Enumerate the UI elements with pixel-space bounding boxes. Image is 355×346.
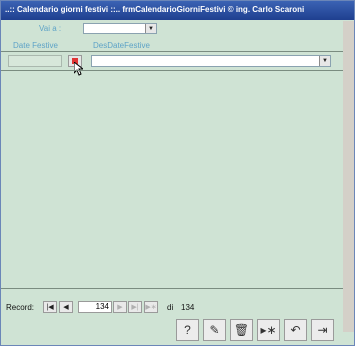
help-button[interactable]: ? [176,319,199,341]
desc-column-header: DesDateFestive [93,41,150,50]
date-column-header: Date Festive [13,41,58,50]
find-icon: ▸∗ [260,323,277,337]
form-window: ..:: Calendario giorni festivi ::.. frmC… [0,0,355,346]
undo-button[interactable]: ↶ [284,319,307,341]
title-bar: ..:: Calendario giorni festivi ::.. frmC… [1,1,354,20]
row-divider [1,70,343,71]
last-record-button[interactable]: ▶| [128,301,142,313]
window-title: ..:: Calendario giorni festivi ::.. frmC… [5,5,305,14]
record-total: 134 [181,303,195,312]
vai-label: Vai a : [39,24,62,33]
exit-button[interactable]: ⇥ [311,319,334,341]
new-record-icon: ✎ [209,323,220,337]
vai-combobox[interactable]: ▼ [83,23,157,34]
next-record-button[interactable]: ▶ [113,301,127,313]
description-combobox[interactable]: ▼ [91,55,331,67]
first-record-button[interactable]: |◀ [43,301,57,313]
vertical-scrollbar[interactable] [343,21,354,332]
navigation-divider [1,288,343,289]
mouse-cursor-icon [74,62,83,76]
header-divider [1,51,343,52]
undo-icon: ↶ [290,323,301,337]
previous-record-button[interactable]: ◀ [59,301,73,313]
date-field[interactable] [8,55,62,67]
new-record-button[interactable]: ✎ [203,319,226,341]
delete-button[interactable]: 🗑 [230,319,253,341]
of-label: di [167,303,174,312]
exit-icon: ⇥ [317,323,328,337]
record-label: Record: [6,303,35,312]
delete-icon: 🗑 [233,323,250,337]
current-record-field[interactable]: 134 [78,301,112,313]
chevron-down-icon[interactable]: ▼ [145,24,156,33]
new-record-nav-button[interactable]: ▶∗ [144,301,158,313]
help-icon: ? [184,323,191,337]
chevron-down-icon[interactable]: ▼ [319,56,330,66]
find-button[interactable]: ▸∗ [257,319,280,341]
